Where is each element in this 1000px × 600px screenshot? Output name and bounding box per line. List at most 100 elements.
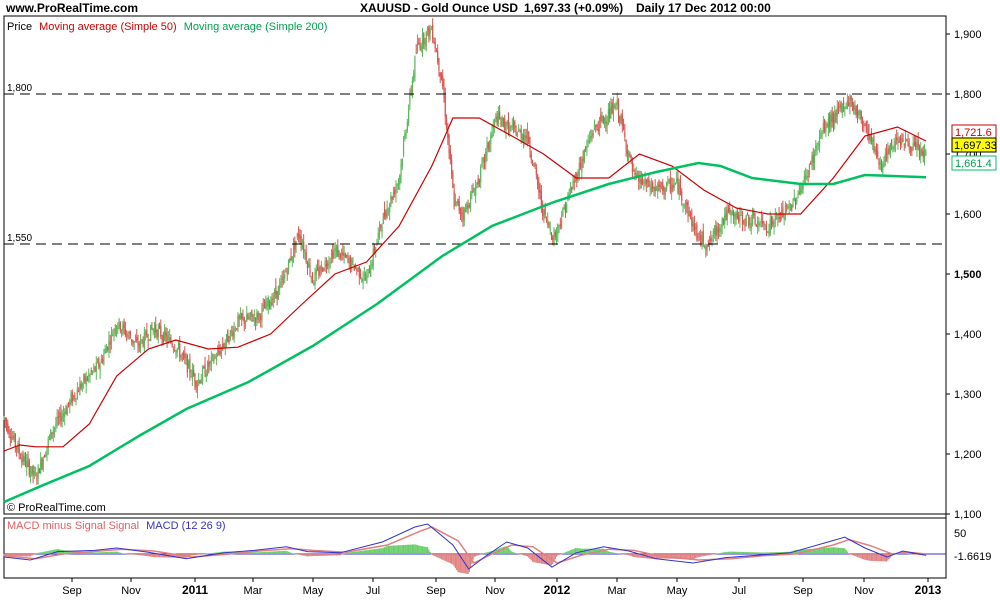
macd-hist-bar xyxy=(725,551,727,554)
macd-hist-bar xyxy=(199,554,201,555)
macd-hist-bar xyxy=(253,552,255,554)
candle-body xyxy=(643,182,645,184)
candle xyxy=(803,170,805,184)
candle-body xyxy=(319,271,321,273)
candle-body xyxy=(767,232,769,234)
candle-body xyxy=(433,41,435,43)
candle xyxy=(239,307,242,320)
hline-label-1550: 1,550 xyxy=(7,233,32,244)
candle xyxy=(79,376,81,396)
candle-body xyxy=(762,220,764,224)
candle-body xyxy=(614,104,616,109)
candle xyxy=(485,148,487,170)
macd-hist-bar xyxy=(426,547,429,554)
candle-body xyxy=(249,312,252,316)
candle-body xyxy=(907,140,909,146)
candle xyxy=(577,169,579,183)
macd-hist-bar xyxy=(748,552,750,554)
candle-body xyxy=(175,350,177,354)
candle xyxy=(657,181,659,199)
candle xyxy=(19,453,22,460)
candle xyxy=(578,156,580,181)
candle xyxy=(416,34,419,54)
candle-body xyxy=(884,153,886,162)
candle xyxy=(188,359,190,369)
macd-hist-bar xyxy=(722,552,725,554)
candle-body xyxy=(925,150,927,156)
candle-body xyxy=(610,105,612,119)
macd-hist-bar xyxy=(353,551,355,554)
candle xyxy=(473,187,475,196)
candle xyxy=(555,227,558,245)
candle xyxy=(874,146,876,156)
candle-body xyxy=(306,262,309,269)
candle xyxy=(14,432,16,453)
candle xyxy=(358,265,360,285)
macd-hist-bar xyxy=(273,551,276,554)
candle-body xyxy=(445,117,448,130)
candle xyxy=(745,214,747,227)
candle-body xyxy=(918,147,921,158)
candle xyxy=(837,101,840,115)
candle-body xyxy=(839,104,841,108)
candle-body xyxy=(736,212,738,219)
candle-body xyxy=(344,254,346,258)
candle-body xyxy=(353,264,355,271)
macd-hist-bar xyxy=(840,547,842,554)
candle-body xyxy=(74,395,76,398)
candle xyxy=(391,195,393,204)
candle xyxy=(650,178,652,195)
candle-body xyxy=(198,379,200,384)
candle-body xyxy=(481,163,483,165)
candle-body xyxy=(242,317,244,319)
candle-body xyxy=(639,177,641,184)
candle-body xyxy=(788,206,790,208)
candle-body xyxy=(328,262,330,266)
candle-body xyxy=(606,122,608,127)
candle-body xyxy=(806,176,808,178)
macd-hist-bar xyxy=(348,552,350,554)
candle-body xyxy=(660,182,663,187)
candle xyxy=(525,128,527,145)
site-name[interactable]: www.ProRealTime.com xyxy=(6,1,138,15)
candle xyxy=(462,206,464,227)
candle-body xyxy=(294,240,296,250)
candle-body xyxy=(740,211,742,213)
candle xyxy=(142,336,144,348)
candle xyxy=(870,128,872,145)
candle-body xyxy=(563,207,565,210)
macd-hist-bar xyxy=(630,554,632,557)
candle-body xyxy=(93,367,95,369)
candle-body xyxy=(535,167,537,175)
candle-body xyxy=(343,252,345,256)
macd-hist-bar xyxy=(256,552,258,554)
candle-body xyxy=(851,101,854,105)
candle xyxy=(423,32,425,50)
candle xyxy=(176,347,178,358)
candle xyxy=(308,258,310,268)
candle-body xyxy=(362,279,364,282)
macd-hist-bar xyxy=(745,552,747,554)
candle-body xyxy=(36,478,38,480)
candle xyxy=(442,69,444,90)
candle xyxy=(230,325,233,337)
candle-body xyxy=(591,134,593,136)
candle-body xyxy=(323,268,325,270)
candle xyxy=(523,128,525,149)
candle xyxy=(346,254,348,259)
candle-body xyxy=(43,455,46,458)
candle xyxy=(148,339,151,341)
candle xyxy=(863,120,865,133)
macd-hist-bar xyxy=(452,554,454,565)
candle xyxy=(85,371,87,394)
candle-body xyxy=(469,193,472,207)
macd-hist-bar xyxy=(829,547,831,554)
macd-hist-bar xyxy=(442,554,444,560)
macd-hist-bar xyxy=(727,551,730,554)
macd-hist-bar xyxy=(735,551,737,554)
price-panel xyxy=(3,15,947,515)
candle-body xyxy=(665,182,668,191)
candle-body xyxy=(579,162,582,169)
candle-body xyxy=(779,217,781,220)
candle xyxy=(290,248,292,261)
